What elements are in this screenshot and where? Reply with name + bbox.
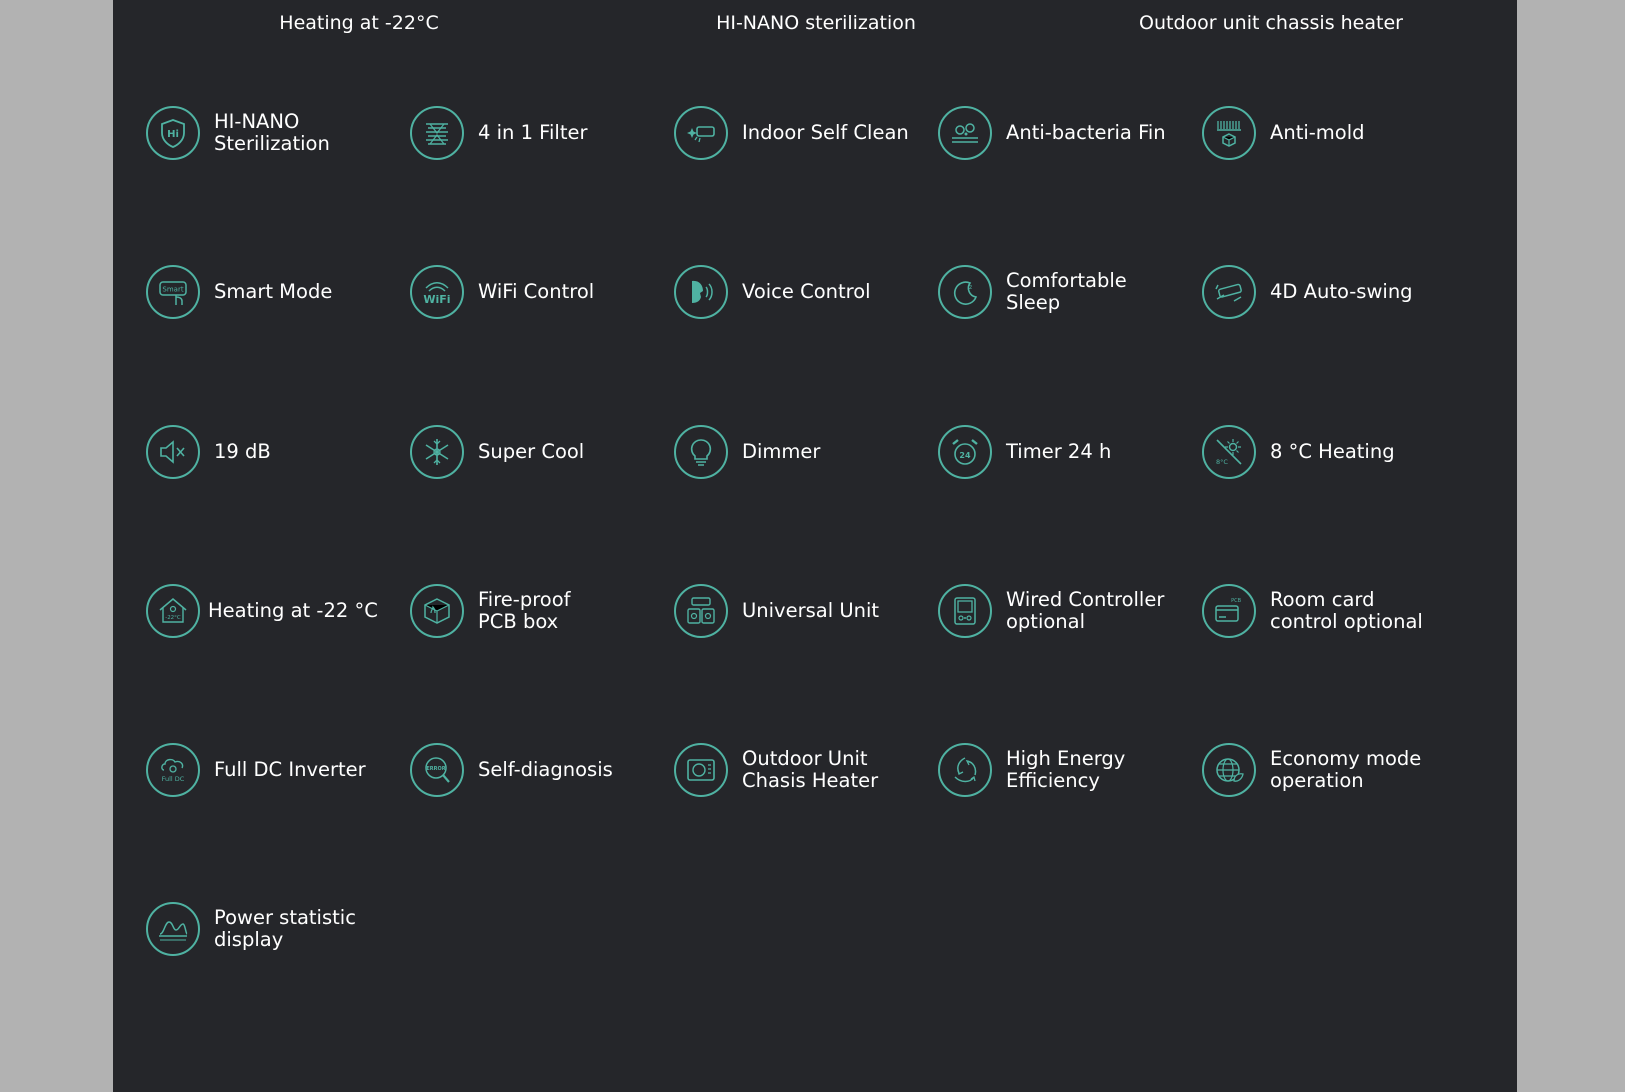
- anti-mold-icon: [1202, 106, 1256, 160]
- feature-item-power-graph: Power statistic display: [146, 899, 356, 959]
- globe-leaf-icon: [1202, 743, 1256, 797]
- hi-nano-shield-icon: Hi: [146, 106, 200, 160]
- svg-text:PCB: PCB: [1231, 598, 1242, 604]
- feature-item-smart-mode: Smart Smart Mode: [146, 262, 332, 322]
- feature-label: 4 in 1 Filter: [478, 121, 588, 144]
- feature-label: Outdoor Unit Chasis Heater: [742, 747, 879, 792]
- feature-label: Super Cool: [478, 440, 585, 463]
- feature-label: Timer 24 h: [1006, 440, 1112, 463]
- feature-label: Voice Control: [742, 280, 871, 303]
- feature-item-room-card: PCB Room card control optional: [1202, 581, 1423, 641]
- alarm-clock-icon: 24: [938, 425, 992, 479]
- outdoor-unit-icon: [674, 743, 728, 797]
- energy-efficiency-icon: [938, 743, 992, 797]
- svg-text:Hi: Hi: [167, 129, 179, 140]
- feature-label: High Energy Efficiency: [1006, 747, 1126, 792]
- feature-label: Anti-mold: [1270, 121, 1365, 144]
- feature-label: WiFi Control: [478, 280, 595, 303]
- wired-controller-icon: [938, 584, 992, 638]
- feature-label: Power statistic display: [214, 906, 356, 951]
- feature-label: Indoor Self Clean: [742, 121, 909, 144]
- universal-unit-icon: [674, 584, 728, 638]
- heading-heating: Heating at -22°C: [279, 12, 439, 34]
- wifi-icon: WiFi: [410, 265, 464, 319]
- error-diagnosis-icon: ERROR: [410, 743, 464, 797]
- sun-heating-icon: 8°C: [1202, 425, 1256, 479]
- sleep-moon-icon: z: [938, 265, 992, 319]
- feature-item-sun-heating: 8°C 8 °C Heating: [1202, 422, 1395, 482]
- svg-text:z: z: [969, 284, 972, 291]
- feature-item-mute-speaker: 19 dB: [146, 422, 271, 482]
- snowflake-icon: [410, 425, 464, 479]
- feature-item-dc-inverter: Full DC Full DC Inverter: [146, 740, 366, 800]
- feature-item-wired-controller: Wired Controller optional: [938, 581, 1164, 641]
- feature-label: Self-diagnosis: [478, 758, 613, 781]
- feature-label: Anti-bacteria Fin: [1006, 121, 1166, 144]
- house-heating-icon: -22°C: [146, 584, 200, 638]
- feature-label: Room card control optional: [1270, 588, 1423, 633]
- feature-item-anti-mold: Anti-mold: [1202, 103, 1365, 163]
- dc-inverter-icon: Full DC: [146, 743, 200, 797]
- feature-label: HI-NANO Sterilization: [214, 110, 330, 155]
- feature-item-energy-efficiency: High Energy Efficiency: [938, 740, 1125, 800]
- feature-item-self-clean: Indoor Self Clean: [674, 103, 909, 163]
- feature-label: Wired Controller optional: [1006, 588, 1165, 633]
- feature-item-light-bulb: Dimmer: [674, 422, 820, 482]
- feature-label: Universal Unit: [742, 599, 880, 622]
- feature-item-error-diagnosis: ERROR Self-diagnosis: [410, 740, 613, 800]
- heading-hi-nano: HI-NANO sterilization: [716, 12, 916, 34]
- power-graph-icon: [146, 902, 200, 956]
- feature-label: 4D Auto-swing: [1270, 280, 1413, 303]
- svg-text:8°C: 8°C: [1216, 458, 1228, 466]
- feature-item-globe-leaf: Economy mode operation: [1202, 740, 1421, 800]
- svg-text:ERROR: ERROR: [426, 766, 445, 772]
- feature-label: Dimmer: [742, 440, 821, 463]
- svg-text:24: 24: [959, 451, 971, 460]
- anti-bacteria-fin-icon: [938, 106, 992, 160]
- room-card-icon: PCB: [1202, 584, 1256, 638]
- feature-label: Heating at -22 °C: [208, 599, 378, 622]
- feature-label: 19 dB: [214, 440, 271, 463]
- feature-item-fireproof-box: Fire-proof PCB box: [410, 581, 571, 641]
- feature-item-universal-unit: Universal Unit: [674, 581, 879, 641]
- feature-item-voice-control: Voice Control: [674, 262, 871, 322]
- feature-label: Smart Mode: [214, 280, 333, 303]
- feature-item-filter: 4 in 1 Filter: [410, 103, 587, 163]
- feature-item-alarm-clock: 24 Timer 24 h: [938, 422, 1111, 482]
- feature-panel: Heating at -22°C HI-NANO sterilization O…: [113, 0, 1517, 1092]
- feature-item-house-heating: -22°C Heating at -22 °C: [146, 581, 378, 641]
- svg-text:Smart: Smart: [162, 286, 183, 294]
- feature-label: 8 °C Heating: [1270, 440, 1395, 463]
- feature-item-snowflake: Super Cool: [410, 422, 584, 482]
- feature-label: Economy mode operation: [1270, 747, 1422, 792]
- svg-text:WiFi: WiFi: [423, 293, 450, 306]
- auto-swing-icon: [1202, 265, 1256, 319]
- voice-control-icon: [674, 265, 728, 319]
- self-clean-icon: [674, 106, 728, 160]
- feature-label: Fire-proof PCB box: [478, 588, 571, 633]
- light-bulb-icon: [674, 425, 728, 479]
- filter-icon: [410, 106, 464, 160]
- feature-item-auto-swing: 4D Auto-swing: [1202, 262, 1413, 322]
- feature-label: Full DC Inverter: [214, 758, 366, 781]
- fireproof-box-icon: [410, 584, 464, 638]
- feature-item-hi-nano-shield: Hi HI-NANO Sterilization: [146, 103, 330, 163]
- smart-mode-icon: Smart: [146, 265, 200, 319]
- feature-label: Comfortable Sleep: [1006, 269, 1127, 314]
- feature-item-outdoor-unit: Outdoor Unit Chasis Heater: [674, 740, 878, 800]
- svg-text:-22°C: -22°C: [165, 615, 181, 621]
- svg-text:Full DC: Full DC: [162, 775, 185, 783]
- mute-speaker-icon: [146, 425, 200, 479]
- feature-item-wifi: WiFi WiFi Control: [410, 262, 594, 322]
- feature-item-sleep-moon: z Comfortable Sleep: [938, 262, 1127, 322]
- heading-chassis-heater: Outdoor unit chassis heater: [1139, 12, 1403, 34]
- feature-item-anti-bacteria-fin: Anti-bacteria Fin: [938, 103, 1166, 163]
